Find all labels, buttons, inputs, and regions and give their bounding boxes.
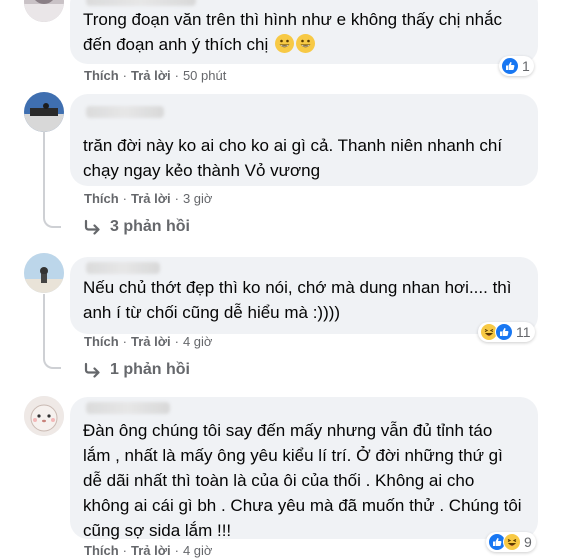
comment-actions: Thích · Trả lời · 4 giờ: [84, 543, 213, 558]
avatar[interactable]: [24, 253, 64, 293]
author-name[interactable]: [86, 0, 196, 6]
reaction-count: 11: [516, 324, 531, 340]
comment-actions: Thích · Trả lời · 4 giờ: [84, 334, 213, 349]
comment-actions: Thích · Trả lời · 50 phút: [84, 68, 227, 83]
grin-emoji-icon: [274, 34, 294, 53]
view-replies-button[interactable]: 1 phản hồi: [84, 361, 190, 379]
thread-line: [43, 130, 45, 216]
avatar[interactable]: [24, 396, 64, 436]
reply-button[interactable]: Trả lời: [131, 543, 171, 558]
replies-count-label: 3 phản hồi: [110, 218, 190, 235]
like-button[interactable]: Thích: [84, 334, 119, 349]
timestamp[interactable]: 4 giờ: [183, 334, 213, 349]
thread-connector: [43, 212, 61, 228]
reply-arrow-icon: [84, 362, 100, 378]
reply-button[interactable]: Trả lời: [131, 334, 171, 349]
author-name[interactable]: [86, 106, 164, 118]
avatar[interactable]: [24, 0, 64, 22]
comment-text: trăn đời này ko ai cho ko ai gì cả. Than…: [83, 136, 503, 180]
comment-text: Đàn ông chúng tôi say đến mấy nhưng vẫn …: [83, 421, 522, 540]
reply-button[interactable]: Trả lời: [131, 68, 171, 83]
reaction-count: 1: [522, 58, 530, 74]
thread-line: [43, 294, 45, 357]
timestamp[interactable]: 4 giờ: [183, 543, 213, 558]
reaction-summary[interactable]: 9: [486, 532, 536, 552]
comment-text: Trong đoạn văn trên thì hình như e không…: [83, 10, 503, 54]
timestamp[interactable]: 3 giờ: [183, 191, 213, 206]
author-name[interactable]: [86, 402, 170, 414]
like-button[interactable]: Thích: [84, 68, 119, 83]
replies-count-label: 1 phản hồi: [110, 361, 190, 378]
haha-reaction-icon: [503, 533, 521, 551]
like-button[interactable]: Thích: [84, 543, 119, 558]
grin-emoji-icon: [295, 34, 315, 53]
avatar[interactable]: [24, 92, 64, 132]
timestamp[interactable]: 50 phút: [183, 68, 226, 83]
comment-text: Nếu chủ thớt đẹp thì ko nói, chớ mà dung…: [83, 278, 512, 322]
comment-actions: Thích · Trả lời · 3 giờ: [84, 191, 213, 206]
view-replies-button[interactable]: 3 phản hồi: [84, 218, 190, 236]
reaction-summary[interactable]: 1: [499, 56, 534, 76]
reaction-summary[interactable]: 11: [478, 322, 535, 342]
thread-connector: [43, 353, 61, 369]
reply-button[interactable]: Trả lời: [131, 191, 171, 206]
like-reaction-icon: [501, 57, 519, 75]
author-name[interactable]: [86, 262, 160, 274]
like-reaction-icon: [495, 323, 513, 341]
reaction-count: 9: [524, 534, 532, 550]
like-button[interactable]: Thích: [84, 191, 119, 206]
reply-arrow-icon: [84, 219, 100, 235]
